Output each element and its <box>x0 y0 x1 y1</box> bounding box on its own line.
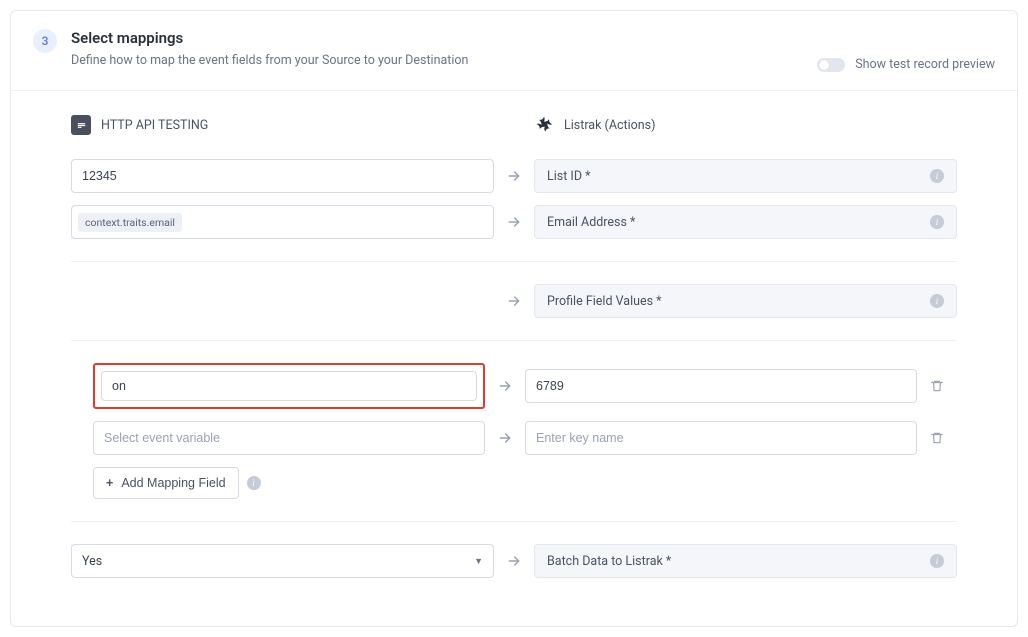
mapping-row-batch: Yes ▼ Batch Data to Listrak * i <box>71 544 957 578</box>
list-id-dest-label: List ID * <box>547 169 591 184</box>
mapping-subrow-2 <box>71 421 957 455</box>
batch-source-select[interactable]: Yes ▼ <box>71 544 494 578</box>
list-id-source-input[interactable] <box>71 159 494 193</box>
header-texts: Select mappings Define how to map the ev… <box>71 29 468 68</box>
profile-fields-dest-label: Profile Field Values * <box>547 294 662 309</box>
subrow1-source-input[interactable] <box>101 371 477 401</box>
preview-toggle-label: Show test record preview <box>855 57 995 72</box>
trash-icon <box>930 379 944 393</box>
card-body: HTTP API TESTING Listrak (Actions) List … <box>11 91 1017 626</box>
mapping-row-email: context.traits.email Email Address * i <box>71 205 957 239</box>
info-icon[interactable]: i <box>930 294 944 308</box>
batch-dest-label: Batch Data to Listrak * <box>547 554 671 569</box>
source-name: HTTP API TESTING <box>101 118 208 133</box>
add-mapping-label: Add Mapping Field <box>121 476 225 490</box>
separator <box>71 521 957 522</box>
plus-icon: + <box>106 476 113 490</box>
card-header: 3 Select mappings Define how to map the … <box>11 11 1017 91</box>
email-source-input[interactable]: context.traits.email <box>71 205 494 239</box>
subrow2-source-input[interactable] <box>93 421 485 455</box>
step-badge: 3 <box>33 29 57 53</box>
arrow-icon <box>485 430 525 446</box>
subrow1-dest-input[interactable] <box>525 369 917 403</box>
destination-name: Listrak (Actions) <box>564 118 655 133</box>
source-header: HTTP API TESTING <box>71 115 494 135</box>
separator <box>71 340 957 341</box>
mapping-row-profile-fields: Profile Field Values * i <box>71 284 957 318</box>
email-dest-label: Email Address * <box>547 215 635 230</box>
page-title: Select mappings <box>71 29 468 47</box>
columns-header: HTTP API TESTING Listrak (Actions) <box>71 115 957 135</box>
delete-subrow2-button[interactable] <box>917 431 957 445</box>
mappings-card: 3 Select mappings Define how to map the … <box>10 10 1018 627</box>
page-subtitle: Define how to map the event fields from … <box>71 53 468 68</box>
http-api-icon <box>71 115 91 135</box>
arrow-icon <box>494 293 534 309</box>
preview-toggle[interactable] <box>817 58 845 72</box>
subrow2-dest-input[interactable] <box>525 421 917 455</box>
listrak-icon <box>534 115 554 135</box>
email-chip: context.traits.email <box>78 213 182 232</box>
mapping-subrow-1 <box>71 363 957 409</box>
info-icon[interactable]: i <box>930 169 944 183</box>
arrow-icon <box>494 553 534 569</box>
list-id-dest-field[interactable]: List ID * i <box>534 159 957 193</box>
destination-header: Listrak (Actions) <box>534 115 957 135</box>
info-icon[interactable]: i <box>930 554 944 568</box>
trash-icon <box>930 431 944 445</box>
add-mapping-row: + Add Mapping Field i <box>71 467 957 499</box>
separator <box>71 261 957 262</box>
mapping-row-list-id: List ID * i <box>71 159 957 193</box>
arrow-icon <box>494 214 534 230</box>
delete-subrow1-button[interactable] <box>917 379 957 393</box>
info-icon[interactable]: i <box>930 215 944 229</box>
batch-dest-field[interactable]: Batch Data to Listrak * i <box>534 544 957 578</box>
batch-source-value: Yes <box>82 554 102 569</box>
info-icon[interactable]: i <box>247 476 261 490</box>
add-mapping-button[interactable]: + Add Mapping Field <box>93 467 239 499</box>
arrow-icon <box>485 378 525 394</box>
preview-toggle-wrap: Show test record preview <box>817 57 995 72</box>
email-dest-field[interactable]: Email Address * i <box>534 205 957 239</box>
highlighted-input-wrap <box>93 363 485 409</box>
arrow-icon <box>494 168 534 184</box>
chevron-down-icon: ▼ <box>474 556 483 567</box>
profile-fields-dest-field[interactable]: Profile Field Values * i <box>534 284 957 318</box>
header-left: 3 Select mappings Define how to map the … <box>33 29 468 68</box>
